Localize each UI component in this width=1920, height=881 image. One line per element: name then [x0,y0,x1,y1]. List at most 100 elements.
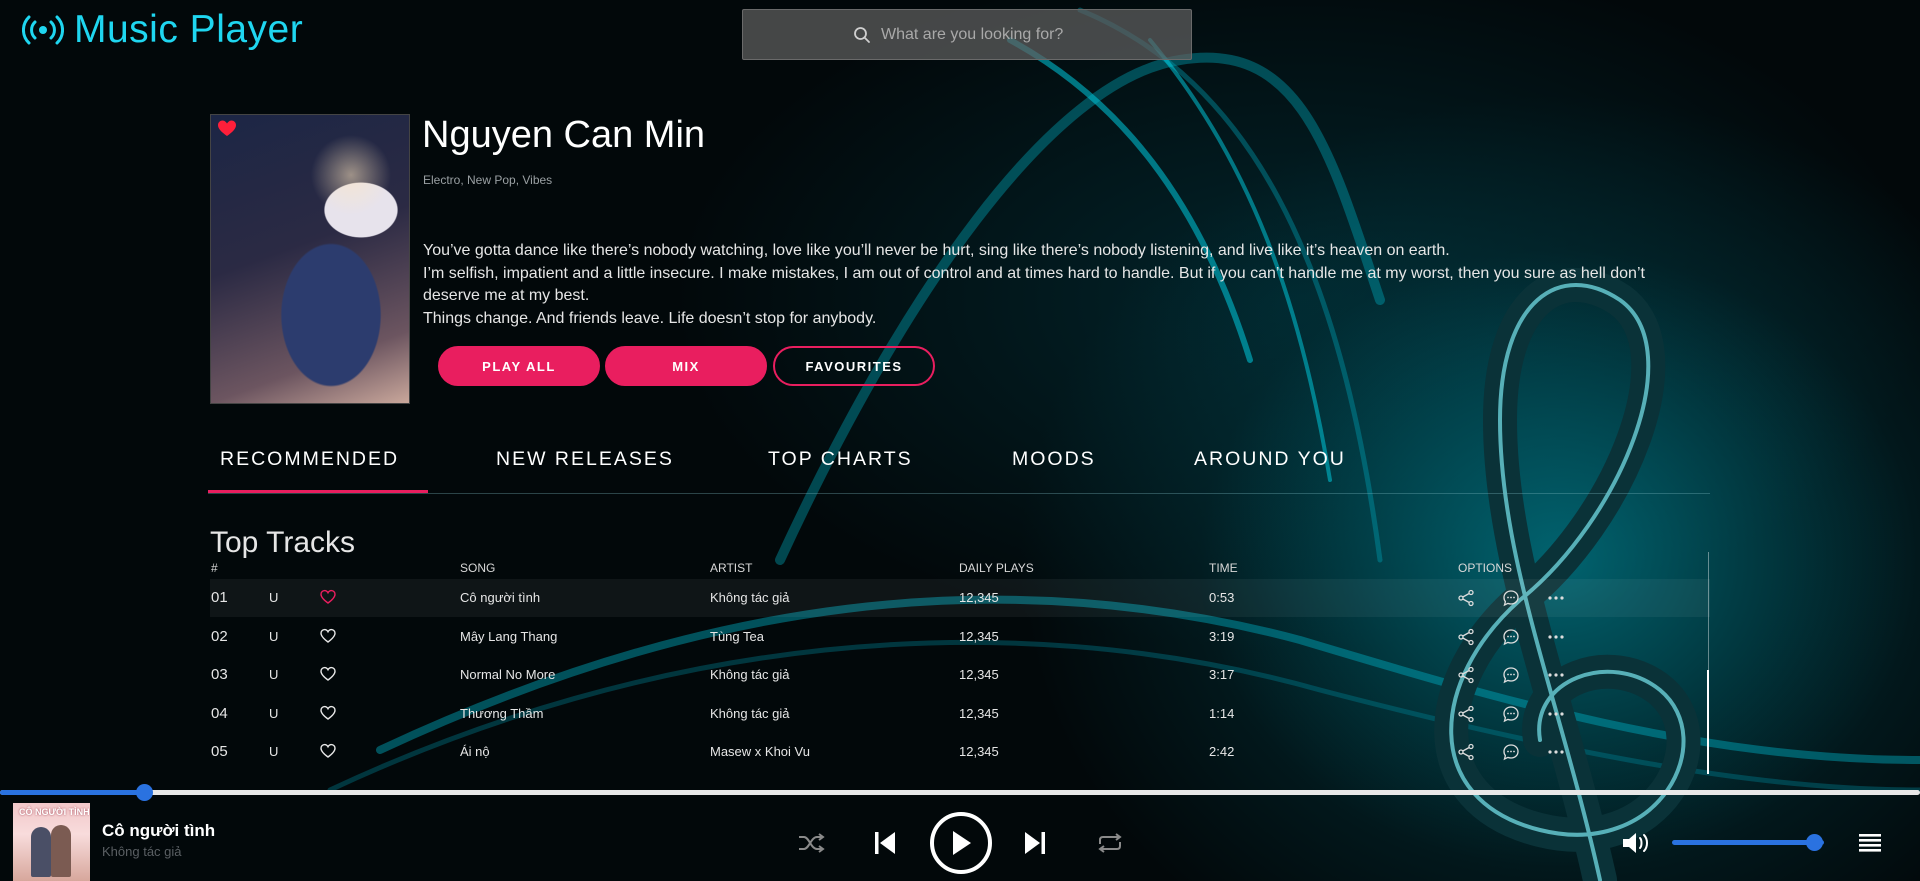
track-time: 1:14 [1209,705,1235,721]
like-button[interactable] [320,705,336,724]
track-row[interactable]: 02 U Mây Lang Thang Tùng Tea 12,345 3:19 [210,618,1710,656]
column-header-daily-plays: DAILY PLAYS [959,561,1034,575]
track-row[interactable]: 03 U Normal No More Không tác giả 12,345 3:17 [210,656,1710,694]
shuffle-button[interactable] [796,828,826,858]
now-playing-cover[interactable]: CÔ NGƯỜI TÌNH [13,803,90,881]
bio-paragraph: You’ve gotta dance like there’s nobody w… [423,242,1450,259]
track-tag: U [269,667,279,682]
tab-around-you[interactable]: AROUND YOU [1194,448,1346,471]
track-artist[interactable]: Không tác giả [710,590,790,605]
search-bar[interactable] [742,9,1192,60]
share-icon[interactable] [1457,589,1475,607]
repeat-button[interactable] [1095,828,1125,858]
track-row[interactable]: 05 U Ái nộ Masew x Khoi Vu 12,345 2:42 [210,733,1710,771]
track-song[interactable]: Cô người tình [460,590,540,605]
section-title: Top Tracks [210,526,356,559]
track-number: 01 [211,589,228,606]
active-tab-indicator [208,490,428,493]
tab-top-charts[interactable]: TOP CHARTS [768,448,913,471]
category-tabs: RECOMMENDED NEW RELEASES TOP CHARTS MOOD… [208,440,1710,494]
track-song[interactable]: Mây Lang Thang [460,629,557,644]
heart-icon [320,743,336,758]
queue-button[interactable] [1855,829,1885,857]
like-button[interactable] [320,666,336,685]
cover-figure [51,825,71,877]
queue-icon [1859,834,1881,852]
previous-icon [875,832,895,854]
share-icon[interactable] [1457,705,1475,723]
like-button[interactable] [320,743,336,762]
heart-icon [320,589,336,604]
track-artist[interactable]: Không tác giả [710,706,790,721]
track-row[interactable]: 01 U Cô người tình Không tác giả 12,345 0:53 [210,579,1710,617]
column-header-time: TIME [1209,561,1238,575]
track-time: 3:19 [1209,628,1235,644]
comment-icon[interactable] [1502,705,1520,723]
scrollbar-thumb[interactable] [1707,670,1709,774]
next-icon [1025,832,1045,854]
comment-icon[interactable] [1502,628,1520,646]
bio-paragraph: Things change. And friends leave. Life d… [423,309,877,327]
column-header-number: # [211,561,218,575]
progress-handle[interactable] [135,784,153,801]
share-icon[interactable] [1457,743,1475,761]
volume-handle[interactable] [1806,834,1824,851]
track-song[interactable]: Ái nộ [460,744,490,759]
play-all-button[interactable]: PLAY ALL [438,346,600,386]
play-button[interactable] [930,812,992,874]
more-options-icon[interactable] [1547,743,1565,761]
tab-moods[interactable]: MOODS [1012,448,1096,471]
favourites-button[interactable]: FAVOURITES [773,346,935,386]
cover-figure [31,827,51,877]
track-artist[interactable]: Không tác giả [710,667,790,682]
now-playing-title: Cô người tình [102,821,216,840]
search-input[interactable] [881,25,1081,44]
volume-slider[interactable] [1672,834,1824,851]
more-options-icon[interactable] [1547,628,1565,646]
repeat-icon [1098,833,1122,853]
volume-button[interactable] [1619,828,1653,858]
playback-progress-bar[interactable] [0,784,1920,801]
more-options-icon[interactable] [1547,589,1565,607]
track-tag: U [269,590,279,605]
track-artist[interactable]: Tùng Tea [710,629,764,644]
track-row[interactable]: 04 U Thương Thầm Không tác giả 12,345 1:14 [210,695,1710,733]
track-daily-plays: 12,345 [959,628,999,644]
heart-filled-icon[interactable] [217,119,237,139]
more-options-icon[interactable] [1547,666,1565,684]
volume-icon [1623,833,1648,853]
heart-icon [320,705,336,720]
track-daily-plays: 12,345 [959,667,999,682]
track-daily-plays: 12,345 [959,590,999,605]
comment-icon[interactable] [1502,666,1520,684]
comment-icon[interactable] [1502,743,1520,761]
tab-recommended[interactable]: RECOMMENDED [220,448,399,471]
heart-icon [320,666,336,681]
track-number: 03 [211,666,228,683]
more-options-icon[interactable] [1547,705,1565,723]
tab-new-releases[interactable]: NEW RELEASES [496,448,674,471]
mix-button[interactable]: MIX [605,346,767,386]
search-icon [854,26,870,43]
now-playing-artist: Không tác giả [102,844,182,859]
track-daily-plays: 12,345 [959,705,999,721]
like-button[interactable] [320,628,336,647]
track-artist[interactable]: Masew x Khoi Vu [710,744,810,759]
next-button[interactable] [1020,826,1050,860]
track-daily-plays: 12,345 [959,744,999,759]
track-tag: U [269,744,279,759]
track-number: 05 [211,743,228,760]
artist-genres: Electro, New Pop, Vibes [423,173,553,187]
like-button[interactable] [320,589,336,608]
artist-bio: You’ve gotta dance like there’s nobody w… [423,240,1673,330]
cover-title-text: CÔ NGƯỜI TÌNH [19,807,90,817]
previous-button[interactable] [870,826,900,860]
comment-icon[interactable] [1502,589,1520,607]
share-icon[interactable] [1457,666,1475,684]
track-time: 0:53 [1209,590,1235,605]
track-song[interactable]: Normal No More [460,667,555,682]
artist-cover-image [210,114,410,404]
app-logo[interactable]: Music Player [22,8,303,52]
share-icon[interactable] [1457,628,1475,646]
track-song[interactable]: Thương Thầm [460,706,543,721]
